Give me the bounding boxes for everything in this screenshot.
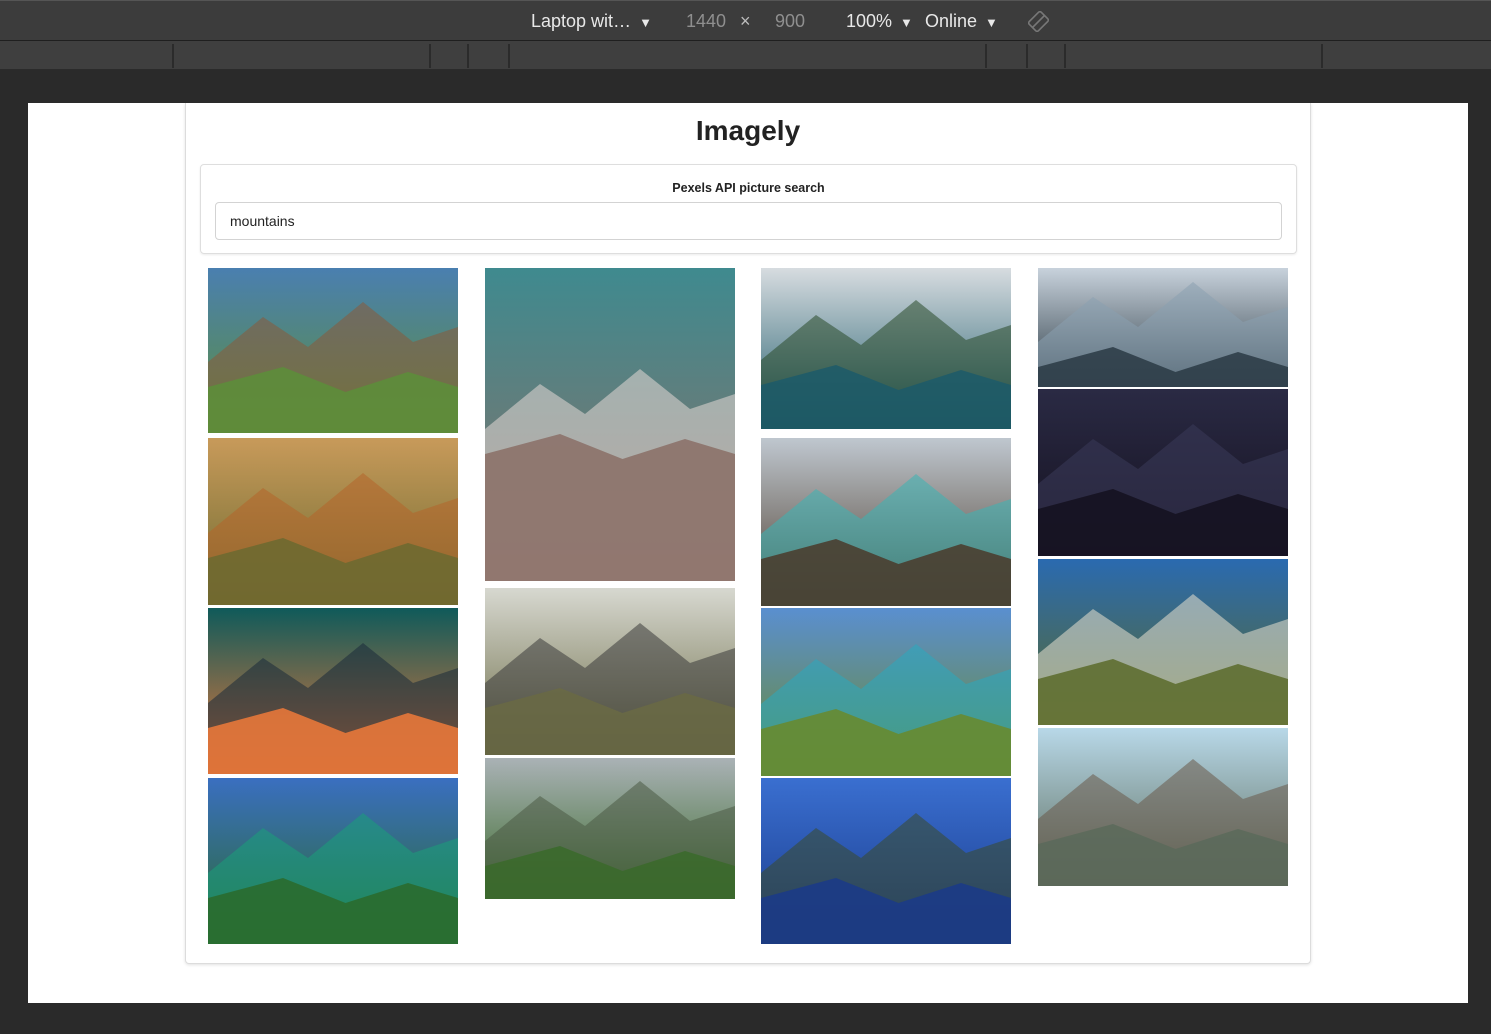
media-query-marker [1321,44,1323,68]
viewport-width-field[interactable]: 1440 [686,1,726,41]
search-input[interactable] [215,202,1282,240]
network-throttle-selector[interactable]: Online ▼ [925,1,998,41]
media-query-bar[interactable] [0,41,1491,70]
page-title: Imagely [695,115,801,146]
media-query-marker [429,44,431,68]
media-query-marker [508,44,510,68]
photo-green-alpine-lakes[interactable] [761,608,1011,776]
search-panel: Pexels API picture search [200,164,1297,254]
photo-birds-over-rocks[interactable] [485,268,735,581]
photo-turquoise-lake-forest[interactable] [761,438,1011,606]
viewport-height-field[interactable]: 900 [775,1,805,41]
photo-mirror-mountains[interactable] [1038,268,1288,387]
chevron-down-icon: ▼ [985,15,998,30]
device-selector-label: Laptop wit… [531,11,632,31]
photo-lake-reflection-pines[interactable] [761,268,1011,429]
photo-road-to-mountains[interactable] [485,588,735,755]
zoom-selector-label: 100% [846,11,893,31]
device-toolbar: Laptop wit… ▼ 1440 × 900 100% ▼ Online ▼ [0,0,1491,41]
chevron-down-icon: ▼ [900,15,913,30]
network-throttle-label: Online [925,11,978,31]
media-query-marker [467,44,469,68]
dimension-separator: × [740,11,751,31]
media-query-marker [172,44,174,68]
photo-alpine-green-lake[interactable] [208,778,458,944]
photo-teal-sunset-sky[interactable] [208,608,458,774]
photo-milky-way-lake[interactable] [1038,389,1288,556]
rotate-icon[interactable] [1027,10,1050,33]
photo-valley-village[interactable] [485,758,735,899]
photo-dock-fjord[interactable] [1038,728,1288,886]
chevron-down-icon: ▼ [639,15,652,30]
media-query-marker [1026,44,1028,68]
media-query-marker [985,44,987,68]
media-query-marker [1064,44,1066,68]
app-card: Imagely Pexels API picture search [185,103,1311,964]
photo-crater-lake[interactable] [761,778,1011,944]
photo-railway-bridge[interactable] [208,268,458,433]
photo-blue-sky-plains[interactable] [1038,559,1288,725]
photo-sunset-hills[interactable] [208,438,458,605]
search-label: Pexels API picture search [672,181,825,195]
emulated-viewport: Imagely Pexels API picture search [28,103,1468,1003]
zoom-selector[interactable]: 100% ▼ [846,1,913,41]
device-selector[interactable]: Laptop wit… ▼ [531,1,652,41]
